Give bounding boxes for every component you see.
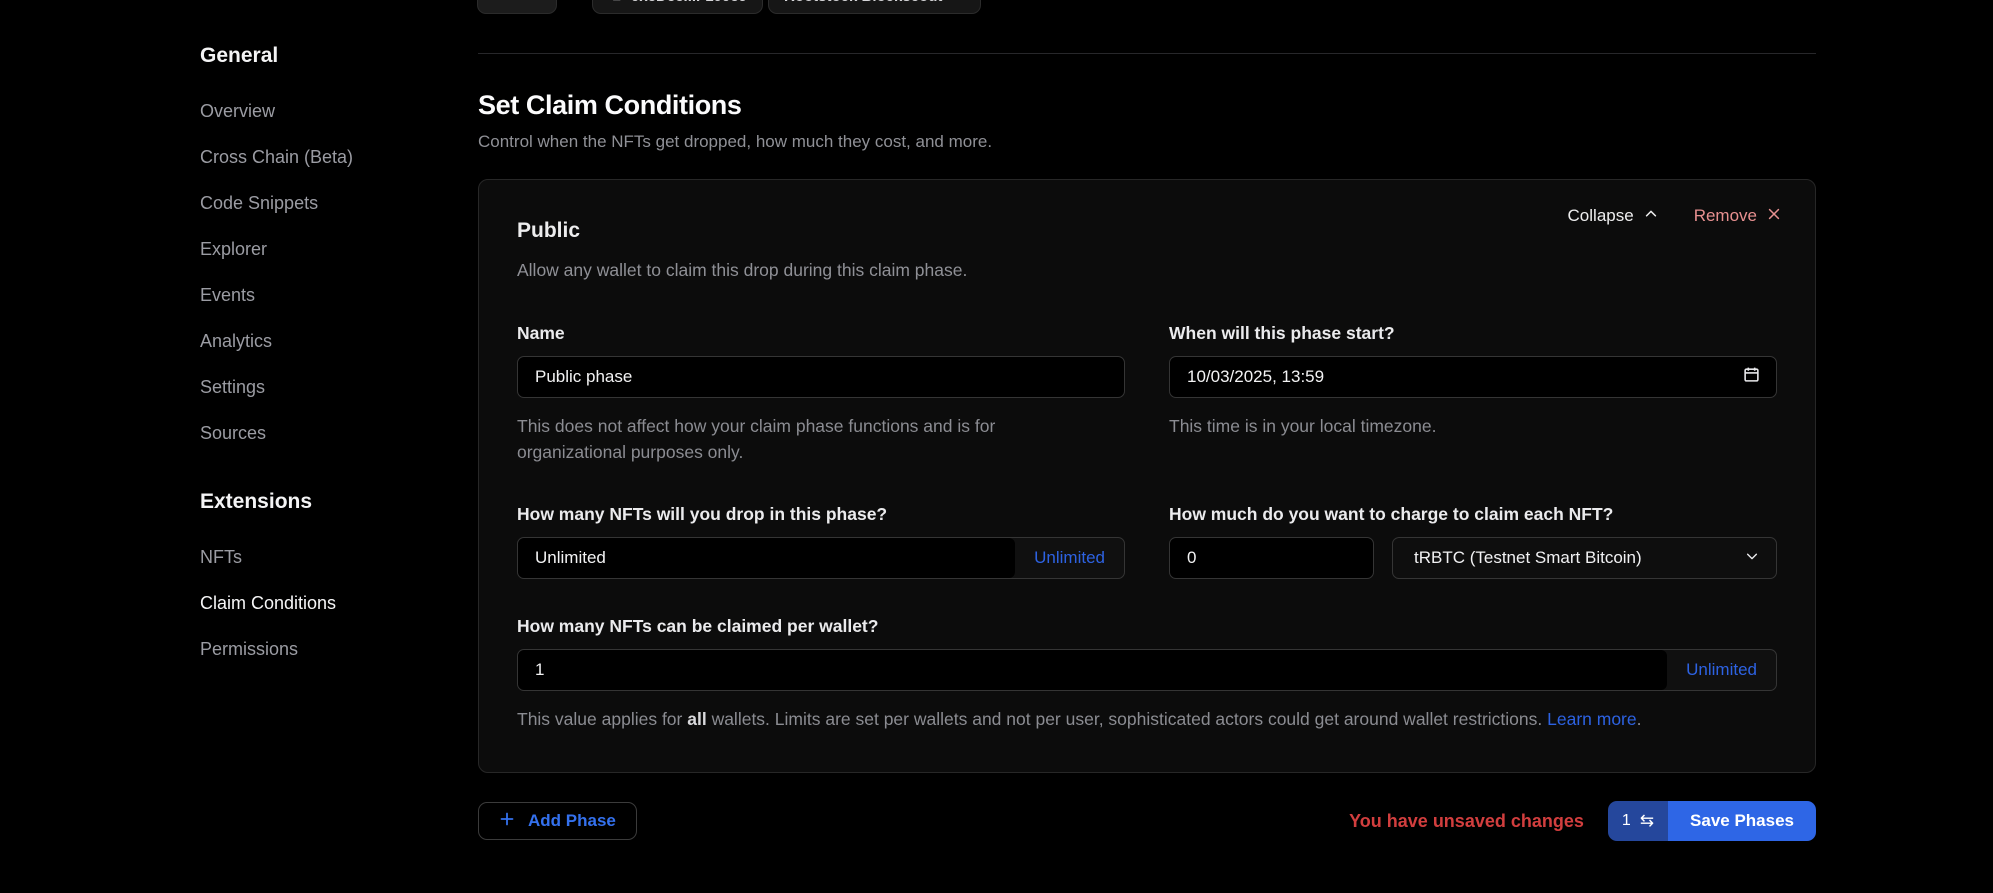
block-explorer-badge[interactable]: Rootstock Blockscout bbox=[768, 0, 981, 14]
phase-form: Name This does not affect how your claim… bbox=[517, 322, 1777, 732]
per-wallet-input-wrap: Unlimited bbox=[517, 649, 1777, 691]
start-field-helper: This time is in your local timezone. bbox=[1169, 413, 1729, 439]
calendar-icon bbox=[1743, 366, 1760, 388]
swap-arrows-icon: ⇆ bbox=[1640, 813, 1654, 830]
phase-start-value: 10/03/2025, 13:59 bbox=[1187, 367, 1324, 387]
add-phase-label: Add Phase bbox=[528, 811, 616, 831]
name-field-group: Name This does not affect how your claim… bbox=[517, 322, 1125, 465]
supply-input-wrap: Unlimited bbox=[517, 537, 1125, 579]
page-subtitle: Control when the NFTs get dropped, how m… bbox=[478, 131, 1816, 153]
sidebar-item-overview[interactable]: Overview bbox=[200, 88, 460, 134]
remove-button-label: Remove bbox=[1694, 206, 1757, 226]
supply-unlimited-button[interactable]: Unlimited bbox=[1015, 538, 1124, 578]
supply-field-group: How many NFTs will you drop in this phas… bbox=[517, 503, 1125, 579]
sidebar-item-code-snippets[interactable]: Code Snippets bbox=[200, 180, 460, 226]
collapse-phase-button[interactable]: Collapse bbox=[1568, 206, 1658, 226]
chevron-up-icon bbox=[1644, 206, 1658, 226]
sidebar-item-settings[interactable]: Settings bbox=[200, 364, 460, 410]
external-link-icon bbox=[951, 0, 965, 5]
page: 0xeDee...F100e9 Rootstock Blockscout Gen… bbox=[0, 0, 1993, 893]
contract-address-label: 0xeDee...F100e9 bbox=[631, 0, 747, 5]
add-phase-button[interactable]: Add Phase bbox=[478, 802, 637, 840]
phase-card-actions: Collapse Remove bbox=[1568, 206, 1781, 226]
contract-sidebar: General Overview Cross Chain (Beta) Code… bbox=[200, 42, 460, 672]
phase-name-input[interactable] bbox=[517, 356, 1125, 398]
queued-transactions-badge[interactable]: 1 ⇆ bbox=[1608, 801, 1668, 841]
per-wallet-helper-middle: wallets. Limits are set per wallets and … bbox=[707, 709, 1547, 729]
contract-address-badge[interactable]: 0xeDee...F100e9 bbox=[592, 0, 763, 14]
per-wallet-field-group: How many NFTs can be claimed per wallet?… bbox=[517, 615, 1777, 732]
currency-select[interactable]: tRBTC (Testnet Smart Bitcoin) bbox=[1392, 537, 1777, 579]
name-field-label: Name bbox=[517, 322, 1125, 344]
currency-select-value: tRBTC (Testnet Smart Bitcoin) bbox=[1414, 548, 1642, 568]
remove-phase-button[interactable]: Remove bbox=[1694, 206, 1781, 226]
price-field-group: How much do you want to charge to claim … bbox=[1169, 503, 1777, 579]
x-icon bbox=[1767, 206, 1781, 226]
phase-description: Allow any wallet to claim this drop duri… bbox=[517, 259, 1777, 282]
save-split-button: 1 ⇆ Save Phases bbox=[1608, 801, 1816, 841]
per-wallet-helper-suffix: . bbox=[1637, 709, 1642, 729]
save-phases-button[interactable]: Save Phases bbox=[1668, 801, 1816, 841]
unsaved-changes-message: You have unsaved changes bbox=[1349, 811, 1584, 832]
per-wallet-unlimited-button[interactable]: Unlimited bbox=[1667, 650, 1776, 690]
sidebar-item-explorer[interactable]: Explorer bbox=[200, 226, 460, 272]
explorer-badge-label: Rootstock Blockscout bbox=[784, 0, 942, 5]
price-input-row: tRBTC (Testnet Smart Bitcoin) bbox=[1169, 537, 1777, 579]
price-field-label: How much do you want to charge to claim … bbox=[1169, 503, 1777, 525]
phase-start-datetime-input[interactable]: 10/03/2025, 13:59 bbox=[1169, 356, 1777, 398]
phases-footer-bar: Add Phase You have unsaved changes 1 ⇆ S… bbox=[478, 801, 1816, 841]
copy-icon bbox=[608, 0, 622, 5]
sidebar-item-events[interactable]: Events bbox=[200, 272, 460, 318]
contract-tab-button-cut[interactable] bbox=[477, 0, 557, 14]
per-wallet-field-label: How many NFTs can be claimed per wallet? bbox=[517, 615, 1777, 637]
per-wallet-input[interactable] bbox=[518, 650, 1667, 690]
claim-phase-card: Collapse Remove Public Allow any wallet … bbox=[478, 179, 1816, 773]
supply-input[interactable] bbox=[518, 538, 1015, 578]
collapse-button-label: Collapse bbox=[1568, 206, 1634, 226]
sidebar-item-claim-conditions[interactable]: Claim Conditions bbox=[200, 580, 460, 626]
start-field-group: When will this phase start? 10/03/2025, … bbox=[1169, 322, 1777, 465]
page-title: Set Claim Conditions bbox=[478, 89, 1816, 121]
supply-field-label: How many NFTs will you drop in this phas… bbox=[517, 503, 1125, 525]
name-field-helper: This does not affect how your claim phas… bbox=[517, 413, 1077, 465]
learn-more-link[interactable]: Learn more bbox=[1547, 709, 1637, 729]
sidebar-item-permissions[interactable]: Permissions bbox=[200, 626, 460, 672]
sidebar-item-cross-chain[interactable]: Cross Chain (Beta) bbox=[200, 134, 460, 180]
price-amount-input[interactable] bbox=[1169, 537, 1374, 579]
sidebar-heading-general: General bbox=[200, 42, 460, 70]
sidebar-item-nfts[interactable]: NFTs bbox=[200, 534, 460, 580]
start-field-label: When will this phase start? bbox=[1169, 322, 1777, 344]
footer-save-group: You have unsaved changes 1 ⇆ Save Phases bbox=[1349, 801, 1816, 841]
claim-conditions-panel: Set Claim Conditions Control when the NF… bbox=[478, 53, 1816, 841]
sidebar-item-analytics[interactable]: Analytics bbox=[200, 318, 460, 364]
sidebar-heading-extensions: Extensions bbox=[200, 488, 460, 516]
per-wallet-helper-prefix: This value applies for bbox=[517, 709, 687, 729]
sidebar-item-sources[interactable]: Sources bbox=[200, 410, 460, 456]
sidebar-section-gap bbox=[200, 456, 460, 488]
per-wallet-helper: This value applies for all wallets. Limi… bbox=[517, 706, 1777, 732]
chevron-down-icon bbox=[1745, 548, 1759, 568]
queued-count: 1 bbox=[1622, 812, 1631, 830]
plus-icon bbox=[499, 811, 515, 832]
per-wallet-helper-bold: all bbox=[687, 709, 706, 729]
